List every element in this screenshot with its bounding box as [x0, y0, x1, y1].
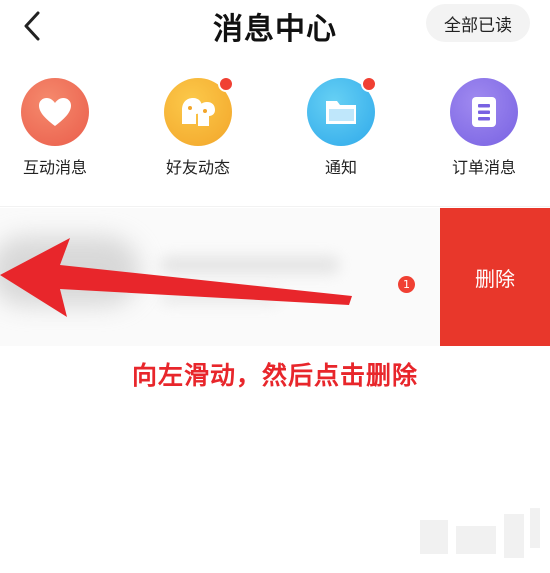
watermark: [420, 508, 545, 568]
delete-button[interactable]: 删除: [440, 208, 550, 346]
category-label: 订单消息: [451, 158, 516, 177]
divider: [0, 206, 550, 207]
unread-dot: [361, 76, 377, 92]
category-label: 好友动态: [165, 158, 230, 177]
category-label: 通知: [324, 158, 357, 177]
category-interaction[interactable]: 互动消息: [0, 76, 110, 177]
category-friend-updates[interactable]: 好友动态: [143, 76, 253, 177]
category-orders[interactable]: 订单消息: [429, 76, 539, 177]
instruction-text: 向左滑动，然后点击删除: [131, 361, 418, 390]
category-notifications[interactable]: 通知: [286, 76, 396, 177]
swipe-left-arrow-icon: [0, 238, 352, 317]
heart-icon: [21, 78, 89, 146]
unread-dot: [218, 76, 234, 92]
mark-all-read-button[interactable]: 全部已读: [426, 4, 530, 42]
unread-badge: 1: [398, 276, 415, 293]
category-label: 互动消息: [22, 158, 87, 177]
order-icon: [450, 78, 518, 146]
header: 消息中心 全部已读: [0, 0, 550, 52]
